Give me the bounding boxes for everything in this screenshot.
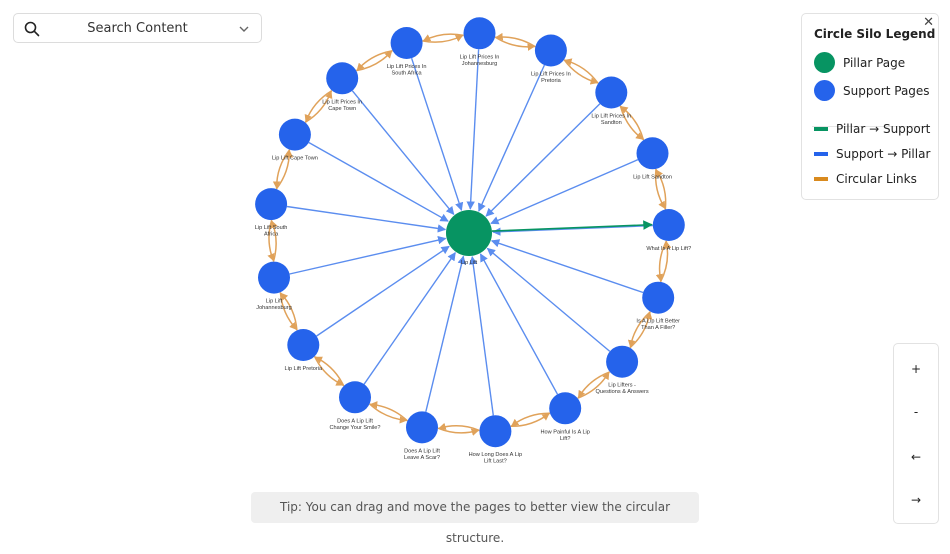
support-page-label: Does A Lip Lift Leave A Scar?	[404, 448, 440, 461]
pillar-to-support-swatch	[814, 127, 828, 131]
support-page-label: How Long Does A Lip Lift Last?	[469, 452, 523, 465]
legend-row-support: Support Pages	[814, 80, 930, 101]
support-page-node[interactable]	[463, 17, 496, 50]
support-page-node[interactable]	[406, 411, 438, 444]
support-page-node[interactable]	[636, 137, 669, 170]
support-page-node[interactable]	[479, 415, 512, 448]
tip-banner: Tip: You can drag and move the pages to …	[251, 492, 699, 545]
support-swatch	[814, 80, 835, 101]
legend-circular-label: Circular Links	[836, 172, 917, 186]
pan-right-button[interactable]: →	[894, 485, 938, 515]
zoom-in-button[interactable]: +	[894, 354, 938, 384]
support-page-label: Lip Lift South Africa	[255, 225, 288, 238]
support-page-node[interactable]	[258, 261, 290, 294]
support-page-node[interactable]	[595, 76, 628, 109]
support-page-label: Lip Lift Prices In Cape Town	[322, 99, 362, 112]
circular-links-swatch	[814, 177, 828, 181]
support-to-pillar-link	[469, 255, 494, 416]
support-page-node[interactable]	[606, 345, 639, 378]
legend-title: Circle Silo Legend	[814, 27, 936, 41]
support-page-label: Lip Lifters -Questions & Answers	[596, 383, 649, 396]
legend-pillar-label: Pillar Page	[843, 55, 906, 70]
navigation-controls: + - ← →	[893, 343, 939, 524]
support-to-pillar-link	[410, 57, 464, 211]
support-page-node[interactable]	[326, 62, 359, 95]
circular-link	[369, 403, 408, 424]
legend-panel: ✕ Circle Silo Legend Pillar Page Support…	[801, 13, 939, 200]
support-page-node[interactable]	[642, 281, 675, 314]
support-to-pillar-link	[289, 235, 447, 275]
pillar-page-node[interactable]	[446, 210, 492, 256]
pillar-page-label: Lip Lift	[461, 260, 478, 266]
support-page-node[interactable]	[534, 34, 567, 67]
support-page-label: Lip Lift Pretoria	[284, 366, 323, 372]
legend-pillar-to-support-label: Pillar → Support	[836, 122, 931, 136]
circular-link	[438, 422, 480, 432]
support-to-pillar-swatch	[814, 152, 828, 156]
legend-row-support-to-pillar: Support → Pillar	[814, 147, 930, 161]
legend-support-label: Support Pages	[843, 83, 930, 98]
support-page-node[interactable]	[255, 188, 288, 221]
zoom-out-button[interactable]: -	[894, 397, 938, 427]
support-page-label: Lip Lift Cape Town	[272, 156, 318, 162]
support-to-pillar-link	[492, 224, 653, 236]
legend-row-circular: Circular Links	[814, 172, 917, 186]
support-page-node[interactable]	[339, 381, 371, 414]
support-page-label: Lip Lift Prices In South Africa	[387, 64, 427, 77]
circular-link	[437, 427, 480, 436]
support-page-node[interactable]	[287, 329, 320, 361]
circular-link	[619, 105, 644, 140]
pillar-swatch	[814, 52, 835, 73]
circular-link	[280, 292, 298, 331]
support-page-label: Lip Lift Sandton	[633, 174, 672, 180]
pillar-to-support-link	[491, 220, 653, 232]
support-page-node[interactable]	[278, 118, 311, 151]
support-to-pillar-link	[478, 64, 546, 212]
support-to-pillar-link	[490, 239, 644, 294]
support-page-label: What Is A Lip Lift?	[646, 246, 691, 252]
support-to-pillar-link	[485, 103, 601, 217]
circular-link	[620, 105, 645, 141]
support-page-label: Does A Lip Lift Change Your Smile?	[329, 418, 380, 431]
support-page-label: How Painful Is A Lip Lift?	[540, 429, 589, 442]
legend-row-pillar-to-support: Pillar → Support	[814, 122, 930, 136]
support-page-node[interactable]	[549, 392, 582, 425]
support-page-node[interactable]	[652, 209, 685, 241]
support-to-pillar-link	[490, 159, 639, 225]
circular-link	[369, 401, 408, 422]
legend-support-to-pillar-label: Support → Pillar	[836, 147, 931, 161]
support-page-label: Lip Lift Prices In Johannesburg	[460, 54, 500, 67]
support-to-pillar-link	[286, 205, 447, 233]
support-to-pillar-link	[425, 255, 466, 412]
legend-row-pillar: Pillar Page	[814, 52, 905, 73]
pan-left-button[interactable]: ←	[894, 442, 938, 472]
support-page-node[interactable]	[390, 27, 423, 59]
support-to-pillar-link	[466, 49, 480, 210]
support-page-label: Is A Lip Lift Better Than A Filler?	[636, 319, 680, 332]
